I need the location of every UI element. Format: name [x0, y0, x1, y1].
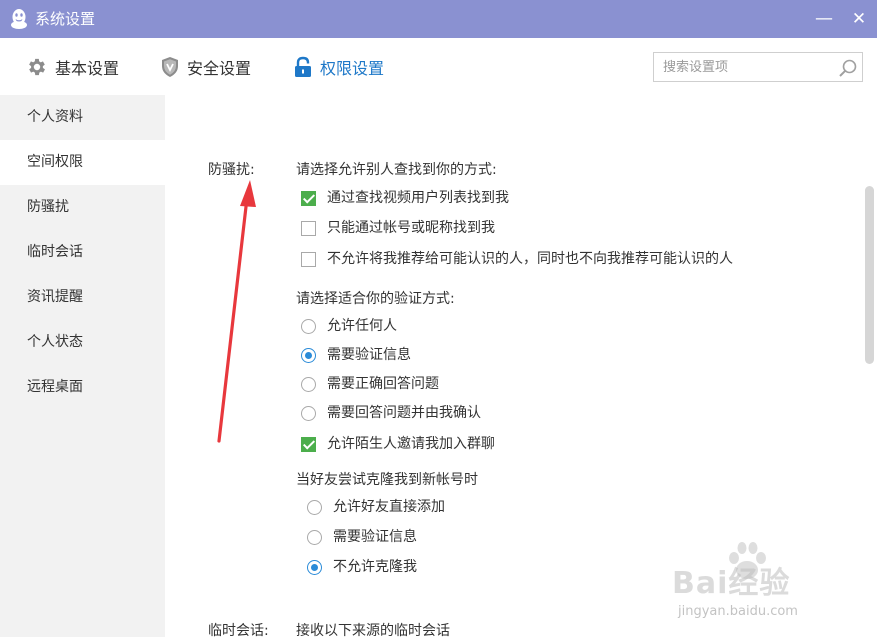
option-label: 不允许将我推荐给可能认识的人，同时也不向我推荐可能认识的人 [327, 251, 733, 267]
radio-button[interactable] [307, 499, 322, 515]
option-label: 需要验证信息 [327, 347, 411, 363]
option-label: 需要回答问题并由我确认 [327, 405, 481, 421]
radio-button[interactable] [307, 559, 322, 575]
sidebar-item-news-alert[interactable]: 资讯提醒 [0, 275, 165, 320]
verify-option-answer-and-confirm[interactable]: 需要回答问题并由我确认 [301, 404, 481, 422]
title-bar[interactable]: 系统设置 — ✕ [0, 0, 877, 38]
search-box[interactable] [653, 52, 863, 82]
clone-option-need-info[interactable]: 需要验证信息 [307, 528, 417, 546]
option-label: 允许陌生人邀请我加入群聊 [327, 436, 495, 452]
shield-icon [162, 56, 178, 77]
checkbox[interactable] [301, 190, 316, 206]
sidebar-item-profile[interactable]: 个人资料 [0, 95, 165, 140]
radio-button[interactable] [301, 347, 316, 363]
settings-content: 防骚扰: 请选择允许别人查找到你的方式: 通过查找视频用户列表找到我 只能通过帐… [165, 95, 877, 637]
gear-icon [29, 58, 45, 75]
tab-permission-settings[interactable]: 权限设置 [293, 38, 384, 95]
sidebar-item-temp-session[interactable]: 临时会话 [0, 230, 165, 275]
tab-basic-settings[interactable]: 基本设置 [26, 38, 119, 95]
clone-title: 当好友尝试克隆我到新帐号时 [296, 472, 478, 488]
radio-button[interactable] [307, 529, 322, 545]
tab-security-label: 安全设置 [187, 58, 252, 78]
sidebar-item-remote-desktop[interactable]: 远程桌面 [0, 365, 165, 410]
search-icon[interactable] [838, 58, 858, 78]
option-label: 允许任何人 [327, 318, 397, 334]
group-invite-option[interactable]: 允许陌生人邀请我加入群聊 [301, 435, 495, 453]
verify-option-answer-question[interactable]: 需要正确回答问题 [301, 375, 439, 393]
verify-option-anyone[interactable]: 允许任何人 [301, 317, 397, 335]
radio-button[interactable] [301, 405, 316, 421]
tab-security-settings[interactable]: 安全设置 [160, 38, 251, 95]
checkbox[interactable] [301, 436, 316, 452]
settings-window: 系统设置 — ✕ 基本设置 安全设置 权限设置 搜索设置项 个人资料 空间权限 … [0, 0, 877, 637]
settings-toolbar: 基本设置 安全设置 权限设置 [0, 38, 877, 96]
lock-icon [295, 56, 311, 77]
penguin-icon [11, 9, 27, 29]
vertical-scrollbar[interactable] [865, 186, 874, 364]
option-label: 只能通过帐号或昵称找到我 [327, 220, 495, 236]
option-label: 允许好友直接添加 [333, 499, 445, 515]
temp-session-section-label: 临时会话: [208, 623, 269, 637]
checkbox[interactable] [301, 251, 316, 267]
search-input[interactable] [654, 53, 843, 81]
sidebar-item-space-permission[interactable]: 空间权限 [0, 140, 165, 185]
radio-button[interactable] [301, 318, 316, 334]
find-option-video-list[interactable]: 通过查找视频用户列表找到我 [301, 189, 509, 207]
find-option-account-only[interactable]: 只能通过帐号或昵称找到我 [301, 219, 495, 237]
tab-basic-label: 基本设置 [55, 58, 120, 78]
option-label: 需要正确回答问题 [327, 376, 439, 392]
sidebar-item-personal-status[interactable]: 个人状态 [0, 320, 165, 365]
find-method-title: 请选择允许别人查找到你的方式: [296, 162, 497, 178]
close-button[interactable]: ✕ [849, 9, 869, 29]
window-title: 系统设置 [35, 10, 96, 28]
minimize-button[interactable]: — [814, 9, 834, 29]
sidebar: 个人资料 空间权限 防骚扰 临时会话 资讯提醒 个人状态 远程桌面 [0, 95, 165, 637]
clone-option-disallow[interactable]: 不允许克隆我 [307, 558, 417, 576]
radio-button[interactable] [301, 376, 316, 392]
temp-session-title: 接收以下来源的临时会话 [296, 623, 450, 637]
tab-permission-label: 权限设置 [320, 58, 385, 78]
option-label: 需要验证信息 [333, 529, 417, 545]
verify-method-title: 请选择适合你的验证方式: [296, 291, 455, 307]
clone-option-allow-direct[interactable]: 允许好友直接添加 [307, 498, 445, 516]
sidebar-item-anti-harassment[interactable]: 防骚扰 [0, 185, 165, 230]
anti-harass-section-label: 防骚扰: [208, 162, 255, 178]
option-label: 通过查找视频用户列表找到我 [327, 190, 509, 206]
verify-option-need-info[interactable]: 需要验证信息 [301, 346, 411, 364]
find-option-no-recommend[interactable]: 不允许将我推荐给可能认识的人，同时也不向我推荐可能认识的人 [301, 250, 733, 268]
checkbox[interactable] [301, 220, 316, 236]
option-label: 不允许克隆我 [333, 559, 417, 575]
